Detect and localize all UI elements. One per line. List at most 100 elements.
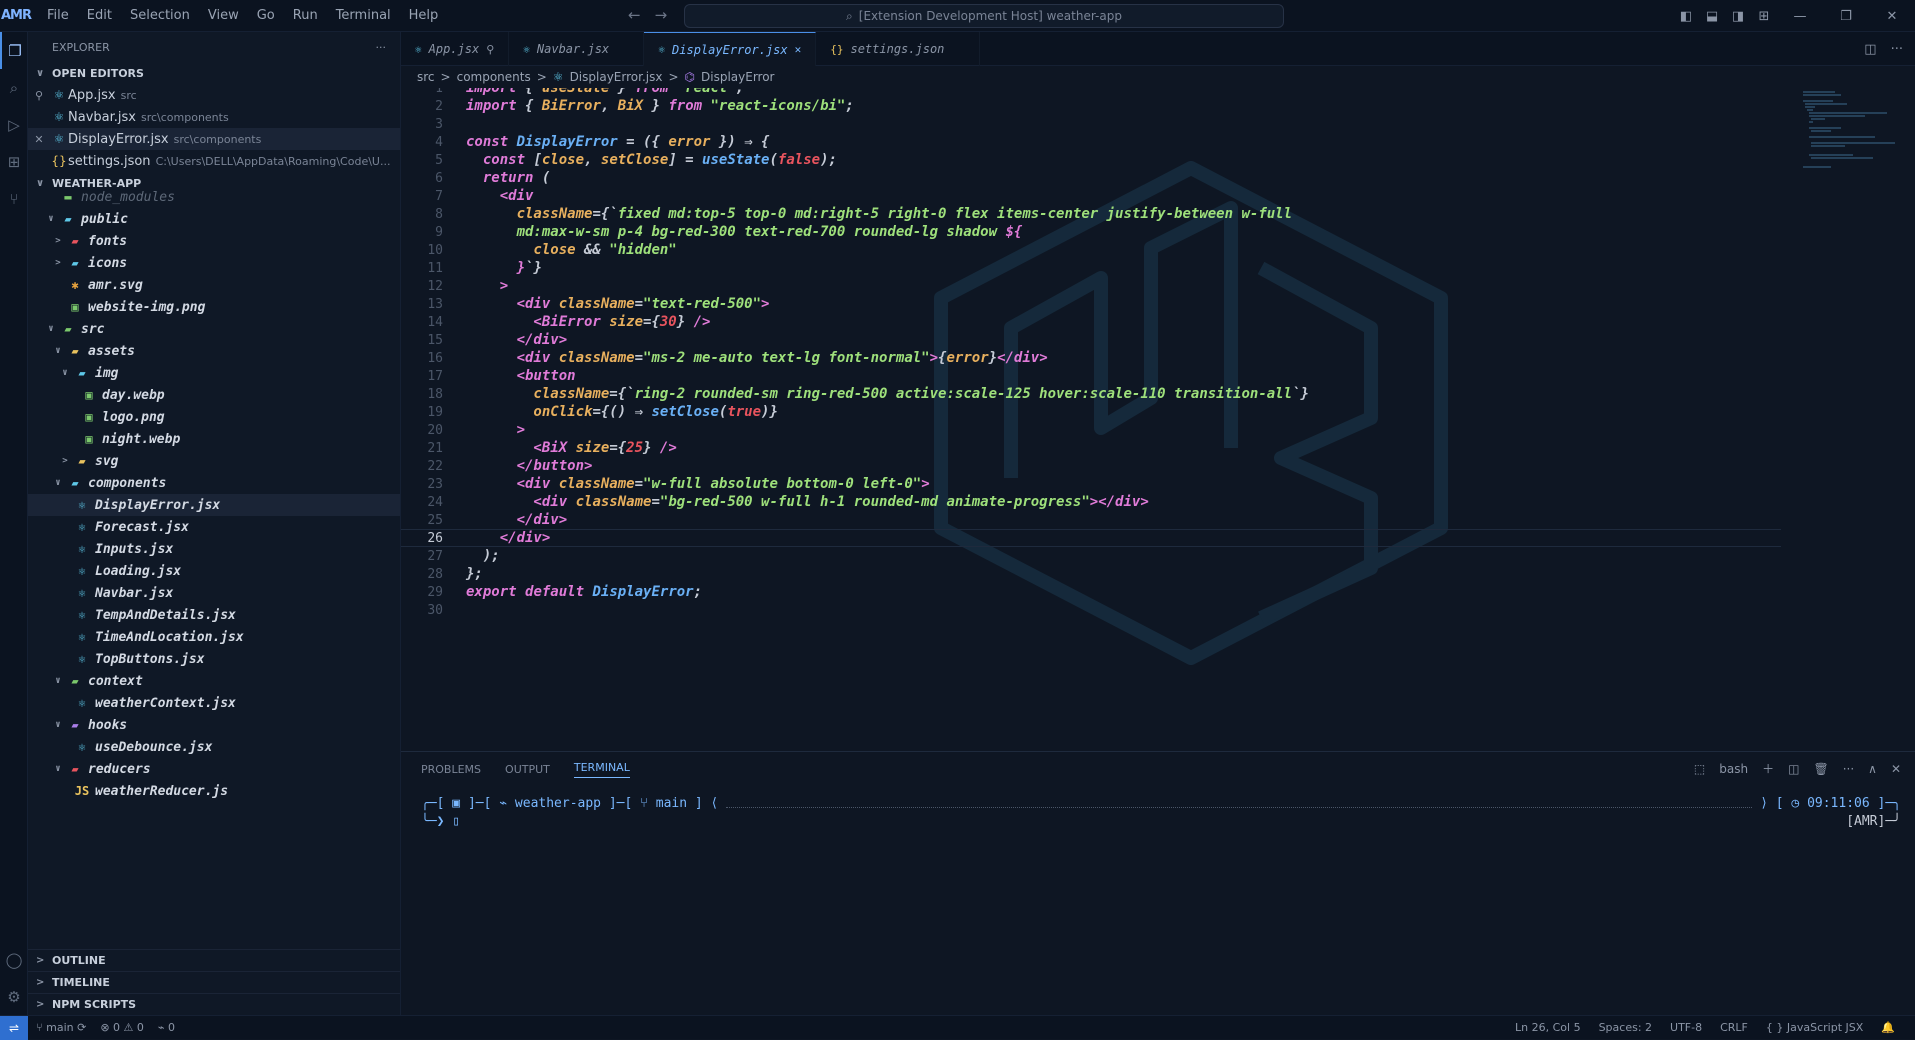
branch-indicator[interactable]: ⑂ main ⟳ <box>36 1021 86 1034</box>
restore-button[interactable]: ❐ <box>1823 9 1869 24</box>
toggle-panel-icon[interactable]: ⬓ <box>1699 9 1725 24</box>
tree-item[interactable]: ∨ ▰ reducers <box>28 758 400 780</box>
tree-item[interactable]: ⚛ Inputs.jsx <box>28 538 400 560</box>
tree-item[interactable]: ∨ ▰ context <box>28 670 400 692</box>
extensions-icon[interactable]: ⊞ <box>0 143 28 180</box>
tree-item[interactable]: ▣ website-img.png <box>28 296 400 318</box>
tree-item[interactable]: ⚛ TimeAndLocation.jsx <box>28 626 400 648</box>
code-editor[interactable]: 1 import { useState } from "react"; 2 impor… <box>401 88 1915 751</box>
tree-item[interactable]: ⚛ useDebounce.jsx <box>28 736 400 758</box>
breadcrumb-item[interactable]: DisplayError.jsx <box>570 70 663 84</box>
section-npm-scripts[interactable]: > NPM SCRIPTS <box>28 993 400 1015</box>
minimize-button[interactable]: — <box>1777 9 1823 24</box>
tree-item[interactable]: ⚛ Forecast.jsx <box>28 516 400 538</box>
breadcrumb-item[interactable]: components <box>457 70 531 84</box>
tree-item[interactable]: ∨ ▰ src <box>28 318 400 340</box>
tree-item[interactable]: JS weatherReducer.js <box>28 780 400 800</box>
open-editor-item[interactable]: ✕ ⚛ DisplayError.jsx src\components <box>28 128 400 150</box>
tree-item[interactable]: ∨ ▰ components <box>28 472 400 494</box>
tree-item[interactable]: ⚛ TempAndDetails.jsx <box>28 604 400 626</box>
tab-navbar-jsx[interactable]: ⚛ Navbar.jsx <box>509 32 645 66</box>
tree-item[interactable]: ∨ ▰ assets <box>28 340 400 362</box>
breadcrumb-item[interactable]: DisplayError <box>701 70 774 84</box>
terminal-output[interactable]: ╭─[ ▣ ]─[ ⌁ weather-app ]─[ ⑂ main ] ⟨ ⟩… <box>421 794 1901 830</box>
forward-arrow-icon[interactable]: → <box>655 6 668 24</box>
command-center[interactable]: ⌕ [Extension Development Host] weather-a… <box>684 4 1284 28</box>
code-token: className <box>567 494 652 510</box>
tree-item[interactable]: ∨ ▰ public <box>28 208 400 230</box>
ports-indicator[interactable]: ⌁ 0 <box>158 1021 175 1034</box>
panel-tab-terminal[interactable]: TERMINAL <box>573 761 630 778</box>
breadcrumb-item[interactable]: src <box>417 70 435 84</box>
open-editors-header[interactable]: ∨ OPEN EDITORS <box>28 62 400 84</box>
toggle-secondary-sidebar-icon[interactable]: ◨ <box>1725 9 1751 24</box>
run-debug-icon[interactable]: ▷ <box>0 106 28 143</box>
more-actions-icon[interactable]: ··· <box>1843 762 1854 776</box>
tree-item[interactable]: ⚛ Loading.jsx <box>28 560 400 582</box>
tab-app-jsx[interactable]: ⚛ App.jsx ⚲ <box>401 32 510 66</box>
language-mode[interactable]: { } JavaScript JSX <box>1766 1021 1863 1034</box>
split-editor-icon[interactable]: ◫ <box>1864 42 1876 57</box>
more-actions-icon[interactable]: ··· <box>376 41 387 54</box>
tree-item[interactable]: ⚛ TopButtons.jsx <box>28 648 400 670</box>
menu-item-file[interactable]: File <box>38 8 78 23</box>
tree-item[interactable]: ▣ day.webp <box>28 384 400 406</box>
indentation[interactable]: Spaces: 2 <box>1599 1021 1652 1034</box>
tree-item[interactable]: ▣ logo.png <box>28 406 400 428</box>
open-editor-item[interactable]: ⚛ Navbar.jsx src\components <box>28 106 400 128</box>
menu-item-view[interactable]: View <box>199 8 248 23</box>
close-icon[interactable]: ✕ <box>28 133 50 146</box>
menu-item-selection[interactable]: Selection <box>121 8 199 23</box>
tree-item[interactable]: ⚛ DisplayError.jsx <box>28 494 400 516</box>
tab-settings-json[interactable]: {} settings.json <box>816 32 980 66</box>
section-outline[interactable]: > OUTLINE <box>28 949 400 971</box>
pin-icon[interactable]: ⚲ <box>28 89 50 102</box>
explorer-icon[interactable]: ❐ <box>0 32 28 69</box>
remote-indicator-icon[interactable]: ⇌ <box>0 1015 28 1040</box>
trash-icon[interactable]: 🗑 <box>1813 762 1828 776</box>
cursor-position[interactable]: Ln 26, Col 5 <box>1515 1021 1581 1034</box>
more-actions-icon[interactable]: ··· <box>1891 42 1903 57</box>
problems-indicator[interactable]: ⊗ 0 ⚠ 0 <box>100 1021 144 1034</box>
tree-item[interactable]: > ▰ fonts <box>28 230 400 252</box>
tree-item[interactable]: ∨ ▰ img <box>28 362 400 384</box>
new-terminal-icon[interactable]: ＋ <box>1762 760 1774 777</box>
tab-displayerror-jsx[interactable]: ⚛ DisplayError.jsx ✕ <box>644 32 817 66</box>
back-arrow-icon[interactable]: ← <box>628 6 641 24</box>
tree-item[interactable]: ▣ night.webp <box>28 428 400 450</box>
minimap[interactable] <box>1795 88 1915 168</box>
tree-item[interactable]: ∨ ▰ hooks <box>28 714 400 736</box>
open-editor-item[interactable]: ⚲ ⚛ App.jsx src <box>28 84 400 106</box>
menu-item-run[interactable]: Run <box>284 8 327 23</box>
menu-item-help[interactable]: Help <box>400 8 448 23</box>
tree-item[interactable]: ⚛ weatherContext.jsx <box>28 692 400 714</box>
panel-tab-problems[interactable]: PROBLEMS <box>421 763 481 776</box>
close-icon[interactable]: ✕ <box>795 43 802 56</box>
tree-item[interactable]: > ▰ svg <box>28 450 400 472</box>
tree-item[interactable]: ⚛ Navbar.jsx <box>28 582 400 604</box>
section-timeline[interactable]: > TIMELINE <box>28 971 400 993</box>
tree-item[interactable]: ✱ amr.svg <box>28 274 400 296</box>
notifications-icon[interactable]: 🔔 <box>1881 1021 1895 1034</box>
open-editor-item[interactable]: {} settings.json C:\Users\DELL\AppData\Roa… <box>28 150 400 172</box>
tree-item[interactable]: > ▰ icons <box>28 252 400 274</box>
source-control-icon[interactable]: ⑂ <box>0 180 28 217</box>
end-of-line[interactable]: CRLF <box>1720 1021 1748 1034</box>
customize-layout-icon[interactable]: ⊞ <box>1751 9 1777 24</box>
menu-item-go[interactable]: Go <box>248 8 284 23</box>
close-button[interactable]: ✕ <box>1869 9 1915 24</box>
encoding[interactable]: UTF-8 <box>1670 1021 1702 1034</box>
shell-name[interactable]: bash <box>1719 762 1748 776</box>
panel-tab-output[interactable]: OUTPUT <box>505 763 550 776</box>
menu-item-terminal[interactable]: Terminal <box>327 8 400 23</box>
split-terminal-icon[interactable]: ◫ <box>1788 762 1799 776</box>
tree-item[interactable]: ▬ node_modules <box>28 186 400 208</box>
menu-item-edit[interactable]: Edit <box>78 8 121 23</box>
settings-gear-icon[interactable]: ⚙ <box>0 978 28 1015</box>
account-icon[interactable]: ◯ <box>0 941 28 978</box>
maximize-panel-icon[interactable]: ∧ <box>1868 762 1877 776</box>
toggle-sidebar-icon[interactable]: ◧ <box>1673 9 1699 24</box>
close-panel-icon[interactable]: ✕ <box>1891 762 1901 776</box>
search-icon[interactable]: ⌕ <box>0 69 28 106</box>
pin-icon[interactable]: ⚲ <box>486 43 494 56</box>
